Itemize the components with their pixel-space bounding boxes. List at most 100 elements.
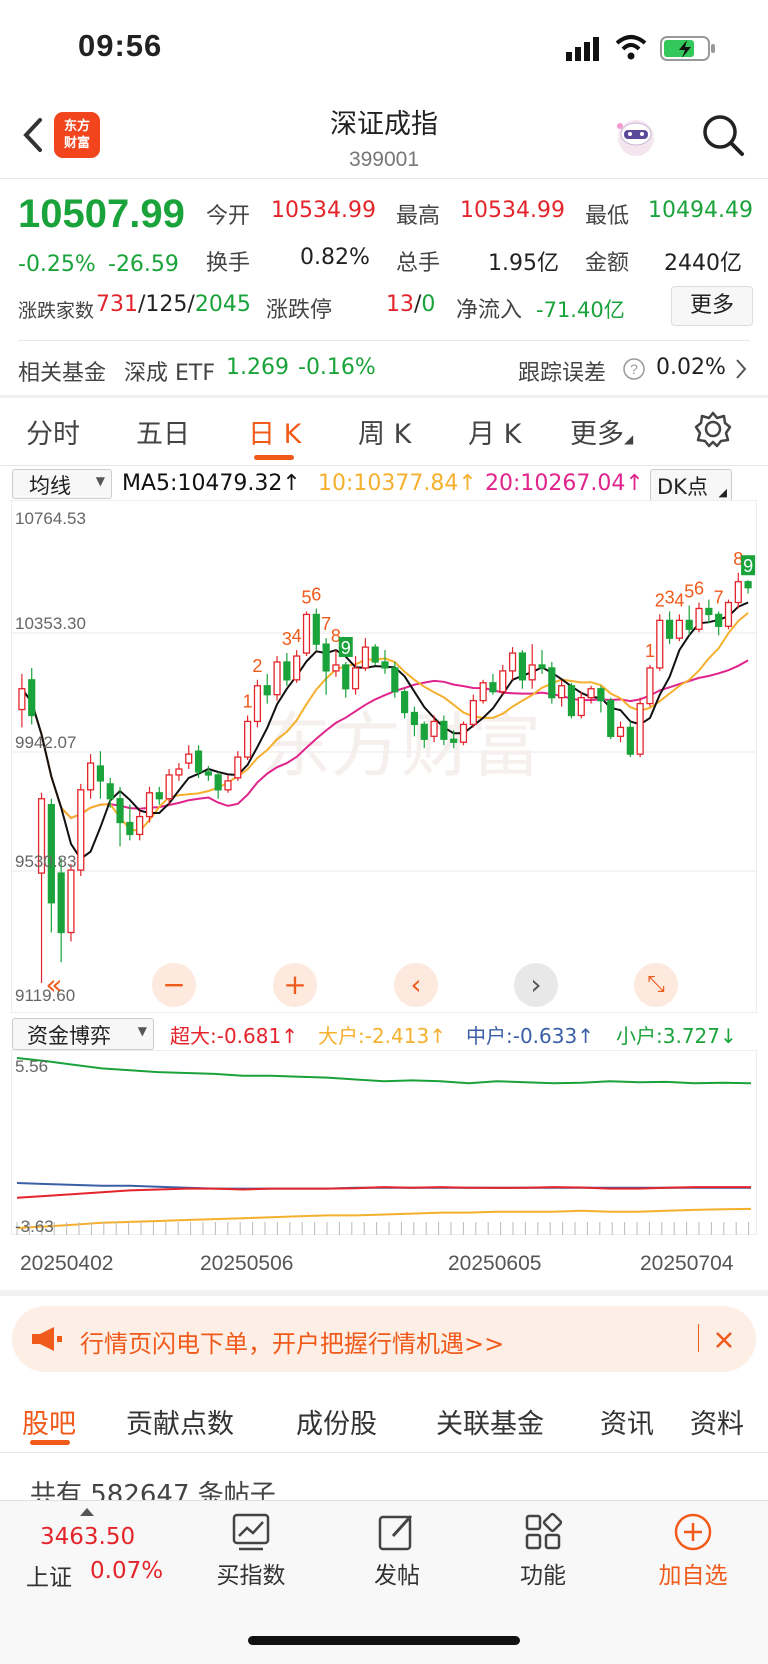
candle-body <box>646 667 654 705</box>
zoom-out-icon[interactable]: − <box>152 963 196 1007</box>
candle-body <box>371 646 379 663</box>
high-label: 最高 <box>396 204 441 229</box>
grid-icon <box>525 1512 563 1550</box>
candle-body <box>204 771 212 776</box>
td-sequence-label: 6 <box>694 579 704 599</box>
td-sequence-label: 5 <box>684 582 694 602</box>
index-name[interactable]: 上证 <box>26 1558 72 1592</box>
ma10-value: 10:10377.84↑ <box>318 471 477 496</box>
zoom-in-icon[interactable]: + <box>273 963 317 1007</box>
flow-indicator-select[interactable]: 资金博弈 ▼ <box>12 1018 154 1050</box>
scroll-right-icon[interactable]: › <box>514 963 558 1007</box>
candle-body <box>636 702 644 755</box>
y-tick-label: 9530.83 <box>15 852 76 871</box>
svg-text:?: ? <box>630 361 638 377</box>
tab-more[interactable]: 更多◢ <box>570 412 633 451</box>
capital-flow-chart[interactable]: 5.56 -3.63 <box>11 1050 757 1235</box>
candle-body <box>283 661 291 681</box>
x-date-label: 20250402 <box>20 1252 114 1275</box>
candle-body <box>136 815 144 836</box>
candle-body <box>528 664 536 681</box>
candle-body <box>224 780 232 791</box>
tab-constituents[interactable]: 成份股 <box>296 1402 377 1441</box>
tab-weekly-k[interactable]: 周 K <box>358 412 411 451</box>
tab-daily-k[interactable]: 日 K <box>248 412 301 451</box>
tracking-error-label: 跟踪误差 <box>518 361 607 386</box>
tab-related-funds[interactable]: 关联基金 <box>436 1402 544 1441</box>
candle-body <box>499 670 507 693</box>
candle-body <box>312 613 320 645</box>
assistant-robot-icon[interactable] <box>612 112 660 160</box>
index-change[interactable]: 0.07% <box>90 1558 163 1584</box>
tab-five-day[interactable]: 五日 <box>136 412 190 451</box>
td-sequence-label: 1 <box>243 691 253 711</box>
fund-name[interactable]: 深成 ETF <box>124 355 215 387</box>
tab-monthly-k[interactable]: 月 K <box>468 412 521 451</box>
watermark: 东方财富 <box>261 705 541 787</box>
change-value: -26.59 <box>108 252 179 277</box>
low-label: 最低 <box>585 204 630 229</box>
candle-body <box>489 682 497 693</box>
candle-body <box>194 750 203 773</box>
candle-body <box>106 783 114 800</box>
small-flow: 小户:3.727↓ <box>616 1024 737 1048</box>
amount-value: 2440亿 <box>664 251 742 276</box>
index-value[interactable]: 3463.50 <box>40 1524 135 1550</box>
fullscreen-icon[interactable]: ⤡ <box>634 963 678 1007</box>
flow-y-max: 5.56 <box>15 1057 48 1076</box>
candle-body <box>567 685 576 717</box>
candle-body <box>342 664 350 690</box>
y-tick-label: 10764.53 <box>15 509 86 528</box>
td-sequence-label: 7 <box>714 587 724 607</box>
candle-body <box>508 652 517 672</box>
close-icon[interactable] <box>714 1330 734 1350</box>
td-sequence-label: 4 <box>292 626 302 646</box>
candle-body <box>263 685 271 696</box>
candle-body <box>665 619 674 639</box>
search-icon[interactable] <box>700 112 748 160</box>
candle-body <box>332 664 340 672</box>
nav-add-favorite[interactable]: 加自选 <box>638 1500 748 1590</box>
candle-body <box>410 711 419 726</box>
ma5-value: MA5:10479.32↑ <box>122 471 301 496</box>
candlestick-chart[interactable]: 东方财富 123 45 6789 12 3 4 5 6 78 9 10764.53 10353.3… <box>11 500 757 1013</box>
td-sequence-label: 9 <box>341 638 351 658</box>
candle-body <box>401 691 409 714</box>
flow-y-min: -3.63 <box>15 1217 54 1235</box>
candle-body <box>165 774 173 800</box>
banner-text[interactable]: 行情页闪电下单，开户把握行情机遇>> <box>80 1324 504 1359</box>
expand-up-icon[interactable] <box>80 1506 94 1516</box>
settings-gear-icon[interactable] <box>694 410 732 448</box>
dk-point-button[interactable]: DK点 ◢ <box>650 469 732 501</box>
breadth-value: 731/125/2045 <box>96 292 251 317</box>
indicator-select[interactable]: 均线 ▼ <box>12 469 112 499</box>
scroll-left-icon[interactable]: ‹ <box>394 963 438 1007</box>
tab-guba[interactable]: 股吧 <box>22 1402 76 1441</box>
candle-body <box>724 601 733 627</box>
nav-post[interactable]: 发帖 <box>342 1500 452 1590</box>
tab-news[interactable]: 资讯 <box>600 1402 654 1441</box>
x-date-label: 20250704 <box>640 1252 734 1275</box>
candle-body <box>616 726 625 737</box>
turnover-value: 0.82% <box>300 245 370 270</box>
tab-intraday[interactable]: 分时 <box>26 412 80 451</box>
chevron-right-icon[interactable] <box>734 357 748 381</box>
rewind-icon[interactable]: « <box>32 963 76 1007</box>
x-date-label: 20250605 <box>448 1252 542 1275</box>
nav-functions[interactable]: 功能 <box>488 1500 598 1590</box>
more-button[interactable]: 更多 <box>671 286 753 326</box>
megaphone-icon <box>32 1327 62 1351</box>
open-label: 今开 <box>206 204 251 229</box>
active-tab-indicator <box>254 455 294 460</box>
tab-profile[interactable]: 资料 <box>690 1402 744 1441</box>
nav-buy-index[interactable]: 买指数 <box>196 1500 306 1590</box>
help-icon[interactable]: ? <box>622 357 646 381</box>
home-indicator <box>248 1636 520 1645</box>
candle-body <box>322 643 330 672</box>
candle-body <box>558 685 566 699</box>
candle-body <box>440 720 448 740</box>
tab-contribution[interactable]: 贡献点数 <box>126 1402 234 1441</box>
candle-body <box>626 726 634 755</box>
candle-body <box>685 619 693 630</box>
candle-body <box>28 679 36 717</box>
